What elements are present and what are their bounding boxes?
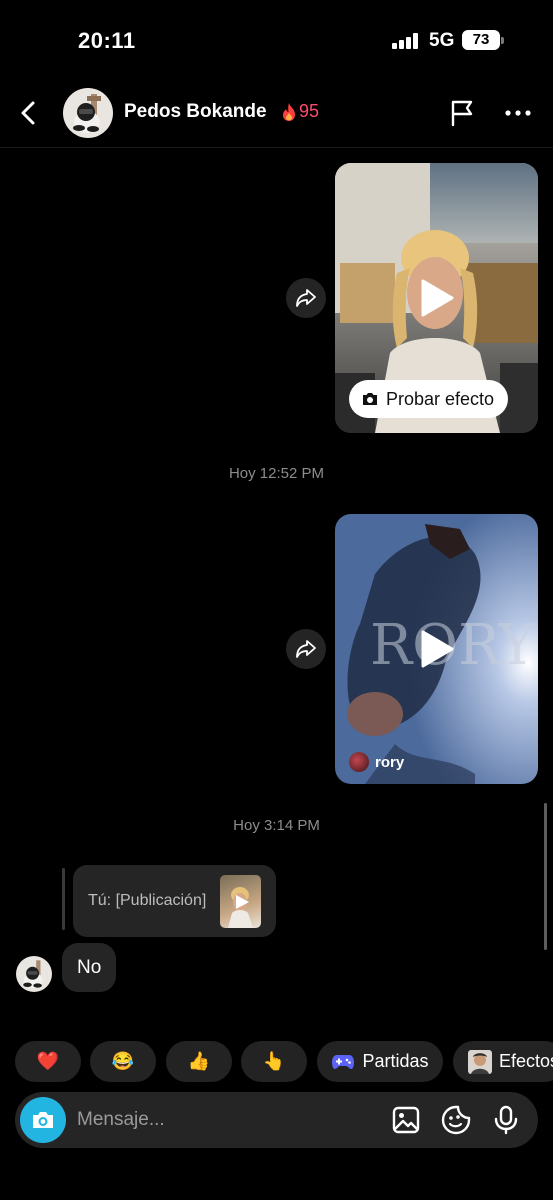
camera-button[interactable] (20, 1097, 66, 1143)
author-avatar (349, 752, 369, 772)
camera-icon (363, 393, 377, 405)
effects-chip[interactable]: Efectos (453, 1041, 553, 1082)
back-arrow-icon[interactable] (14, 98, 44, 128)
contact-avatar[interactable] (63, 88, 113, 138)
streak-count: 95 (299, 101, 320, 121)
share-icon[interactable] (286, 629, 326, 669)
try-effect-button[interactable]: Probar efecto (349, 380, 509, 418)
effects-label: Efectos (499, 1051, 553, 1071)
reply-thumbnail (220, 875, 261, 928)
message-input[interactable] (77, 1100, 377, 1140)
scrollbar[interactable] (544, 803, 547, 950)
flame-icon (283, 102, 295, 121)
share-icon[interactable] (286, 278, 326, 318)
reply-preview[interactable]: Tú: [Publicación] (73, 865, 276, 937)
author-name: rory (375, 753, 405, 771)
network-type: 5G (429, 30, 455, 51)
contact-avatar-small[interactable] (16, 956, 52, 992)
streak-badge: 95 (280, 101, 319, 122)
try-effect-label: Probar efecto (386, 388, 495, 409)
camera-icon (33, 1112, 53, 1128)
battery-icon: 73 (462, 30, 500, 50)
reply-preview-text: Tú: [Publicación] (88, 892, 207, 909)
video-message-rory[interactable]: RORY rory (335, 514, 538, 784)
laugh-emoji-icon: 😂 (111, 1051, 135, 1071)
video-message-effect[interactable]: Probar efecto (335, 163, 538, 433)
play-icon[interactable] (419, 629, 455, 669)
video-author[interactable]: rory (349, 752, 404, 772)
chat-header: Pedos Bokande 95 (0, 80, 553, 148)
gamepad-icon (332, 1054, 355, 1069)
status-bar: 20:11 5G 73 (0, 0, 553, 80)
games-chip[interactable]: Partidas (317, 1041, 443, 1082)
effects-thumbnail-icon (468, 1049, 492, 1074)
point-up-emoji-icon: 👆 (262, 1051, 286, 1071)
reply-indicator-line (62, 868, 65, 930)
contact-name[interactable]: Pedos Bokande (124, 101, 267, 123)
point-reaction-chip[interactable]: 👆 (241, 1041, 307, 1082)
message-timestamp: Hoy 3:14 PM (233, 817, 320, 834)
heart-emoji-icon: ❤️ (36, 1051, 60, 1071)
status-time: 20:11 (78, 28, 136, 53)
message-timestamp: Hoy 12:52 PM (228, 465, 325, 482)
gallery-image-icon[interactable] (390, 1104, 422, 1136)
thumbs-up-reaction-chip[interactable]: 👍 (166, 1041, 232, 1082)
battery-tip (501, 37, 504, 44)
flag-icon[interactable] (447, 98, 477, 128)
games-label: Partidas (362, 1051, 429, 1071)
more-options-icon[interactable] (503, 98, 533, 128)
heart-reaction-chip[interactable]: ❤️ (15, 1041, 81, 1082)
microphone-icon[interactable] (490, 1104, 522, 1136)
received-message[interactable]: No (62, 943, 117, 992)
message-composer (15, 1092, 538, 1148)
sticker-icon[interactable] (440, 1104, 472, 1136)
play-icon[interactable] (419, 278, 455, 318)
quick-reply-bar: ❤️ 😂 👍 👆 Partidas Efectos (0, 1041, 553, 1083)
thumbs-up-emoji-icon: 👍 (187, 1051, 211, 1071)
laugh-reaction-chip[interactable]: 😂 (90, 1041, 156, 1082)
cellular-signal-icon (392, 33, 420, 49)
